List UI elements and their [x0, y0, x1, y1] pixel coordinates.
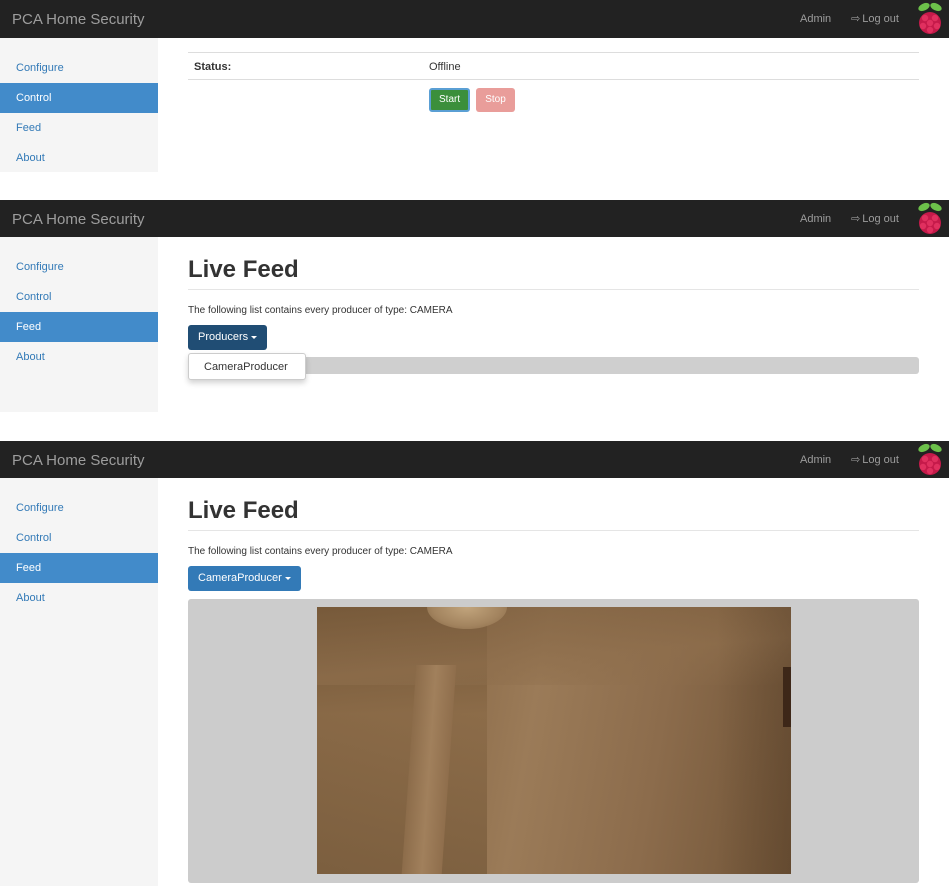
sidebar: Configure Control Feed About	[0, 237, 158, 412]
live-feed-container	[188, 599, 919, 883]
logout-label: Log out	[862, 213, 899, 225]
stop-button[interactable]: Stop	[476, 88, 515, 112]
producers-dropdown-label: CameraProducer	[198, 572, 282, 584]
status-row: Status: Offline	[188, 52, 919, 80]
navbar: PCA Home Security Admin ⇨ Log out	[0, 200, 949, 237]
feed-screen-live: PCA Home Security Admin ⇨ Log out Configu…	[0, 441, 949, 886]
sidebar-item-feed[interactable]: Feed	[0, 312, 158, 342]
sidebar: Configure Control Feed About	[0, 478, 158, 886]
sidebar-item-about[interactable]: About	[0, 143, 158, 173]
sidebar-item-feed[interactable]: Feed	[0, 113, 158, 143]
feed-main: Live Feed The following list contains ev…	[188, 478, 919, 883]
sign-out-icon: ⇨	[851, 13, 861, 25]
feed-main: Live Feed The following list contains ev…	[188, 237, 919, 380]
sidebar: Configure Control Feed About	[0, 38, 158, 172]
admin-link[interactable]: Admin	[800, 13, 831, 25]
logout-link[interactable]: ⇨ Log out	[851, 212, 899, 225]
admin-link[interactable]: Admin	[800, 454, 831, 466]
brand-link[interactable]: PCA Home Security	[12, 452, 145, 469]
feed-description: The following list contains every produc…	[188, 305, 453, 316]
title-divider	[188, 289, 919, 290]
control-buttons: Start Stop	[429, 88, 515, 112]
control-screen: PCA Home Security Admin ⇨ Log out Configu…	[0, 0, 949, 182]
producers-dropdown-button[interactable]: Producers	[188, 325, 268, 350]
status-label: Status:	[194, 61, 232, 73]
control-main: Status: Offline Start Stop	[188, 52, 919, 112]
logout-label: Log out	[862, 13, 899, 25]
feed-screen-dropdown: PCA Home Security Admin ⇨ Log out Configu…	[0, 200, 949, 422]
sidebar-item-configure[interactable]: Configure	[0, 493, 158, 523]
caret-down-icon	[251, 335, 258, 339]
sidebar-item-about[interactable]: About	[0, 342, 158, 372]
producers-dropdown-menu: CameraProducer	[188, 353, 306, 380]
start-button[interactable]: Start	[429, 88, 471, 112]
dropdown-item-cameraproducer[interactable]: CameraProducer	[204, 361, 288, 373]
title-divider	[188, 530, 919, 531]
logout-label: Log out	[862, 454, 899, 466]
raspberry-pi-logo	[918, 2, 942, 34]
camera-stream-image	[317, 607, 791, 874]
brand-link[interactable]: PCA Home Security	[12, 211, 145, 228]
sidebar-item-control[interactable]: Control	[0, 282, 158, 312]
caret-down-icon	[284, 576, 291, 580]
page-title: Live Feed	[188, 497, 299, 524]
sidebar-item-configure[interactable]: Configure	[0, 252, 158, 282]
sidebar-item-control[interactable]: Control	[0, 523, 158, 553]
navbar: PCA Home Security Admin ⇨ Log out	[0, 441, 949, 478]
brand-link[interactable]: PCA Home Security	[12, 11, 145, 28]
navbar: PCA Home Security Admin ⇨ Log out	[0, 0, 949, 38]
producers-dropdown-label: Producers	[198, 331, 249, 343]
raspberry-pi-logo	[918, 202, 942, 234]
logout-link[interactable]: ⇨ Log out	[851, 453, 899, 466]
sign-out-icon: ⇨	[851, 213, 861, 225]
sidebar-item-about[interactable]: About	[0, 583, 158, 613]
sidebar-item-control[interactable]: Control	[0, 83, 158, 113]
sidebar-item-feed[interactable]: Feed	[0, 553, 158, 583]
producers-dropdown-button[interactable]: CameraProducer	[188, 566, 301, 591]
admin-link[interactable]: Admin	[800, 213, 831, 225]
sign-out-icon: ⇨	[851, 454, 861, 466]
logout-link[interactable]: ⇨ Log out	[851, 12, 899, 25]
sidebar-item-configure[interactable]: Configure	[0, 53, 158, 83]
status-value: Offline	[429, 61, 461, 73]
page-title: Live Feed	[188, 256, 299, 283]
raspberry-pi-logo	[918, 443, 942, 475]
feed-description: The following list contains every produc…	[188, 546, 453, 557]
